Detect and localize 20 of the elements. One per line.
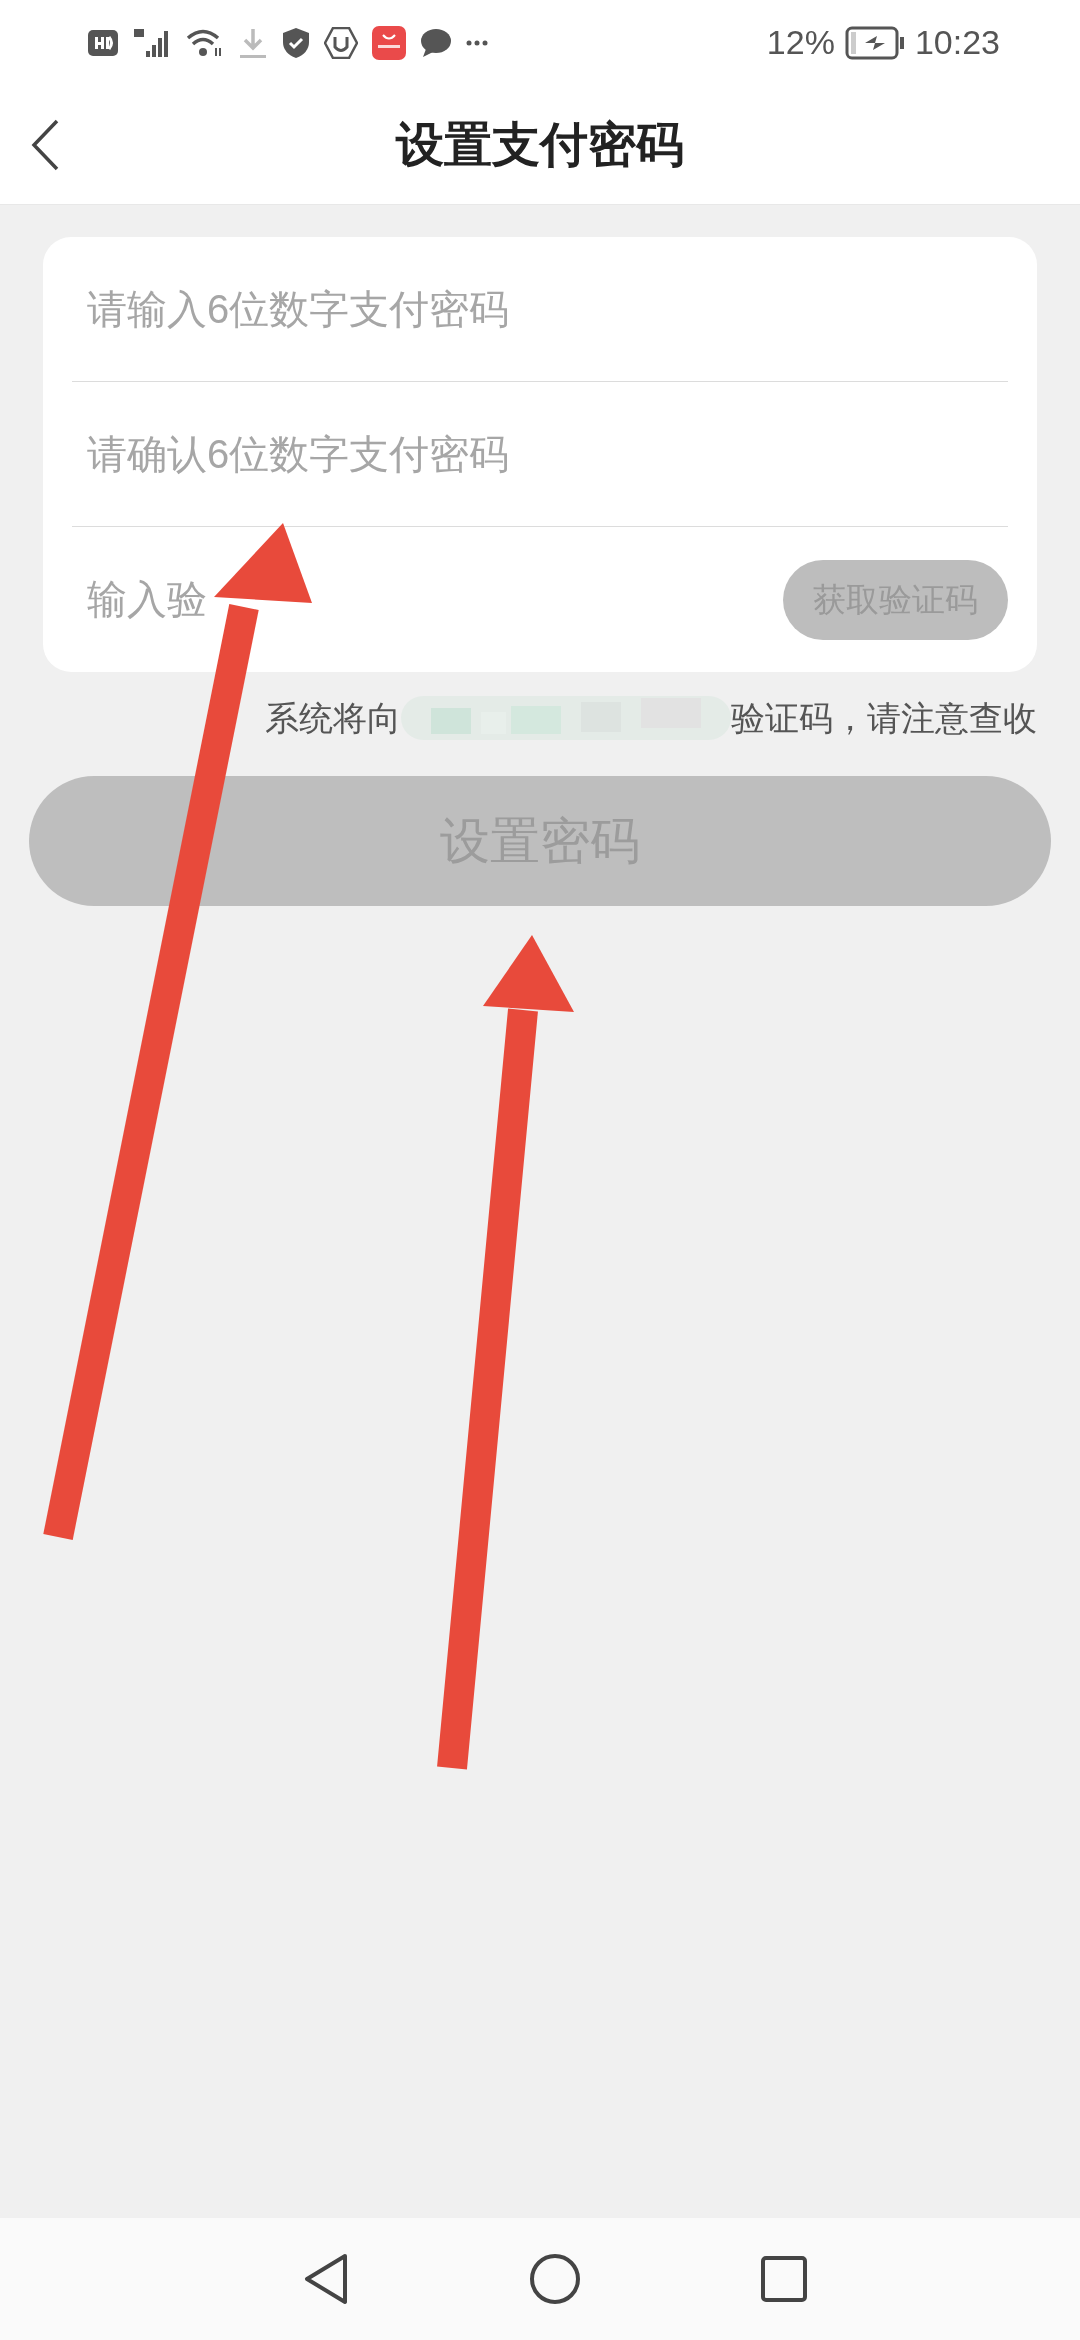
shield-icon (282, 26, 310, 59)
input-field[interactable]: 输入验 (72, 559, 783, 640)
more-icon (466, 38, 488, 47)
hd-icon (88, 27, 118, 58)
back-nav-icon[interactable] (303, 2253, 349, 2305)
app-store-icon (372, 25, 406, 60)
recents-nav-icon[interactable] (761, 2256, 807, 2302)
clock: 10:23 (914, 22, 1000, 63)
notice-text: 系统将向 (265, 697, 401, 739)
battery-charging-icon (844, 25, 905, 60)
input-field[interactable]: 请确认6位数字支付密码 (72, 414, 1008, 494)
download-icon (238, 26, 268, 59)
battery-percent: 12% (766, 22, 835, 63)
back-icon (30, 118, 60, 172)
message-icon (420, 27, 452, 58)
home-nav-icon[interactable] (529, 2253, 581, 2305)
wifi-icon (186, 27, 224, 58)
notice-text: 验证码，请注意查收 (731, 697, 1037, 739)
page-title: 设置支付密码 (396, 116, 684, 173)
input-field[interactable]: 请输入6位数字支付密码 (72, 269, 1008, 349)
